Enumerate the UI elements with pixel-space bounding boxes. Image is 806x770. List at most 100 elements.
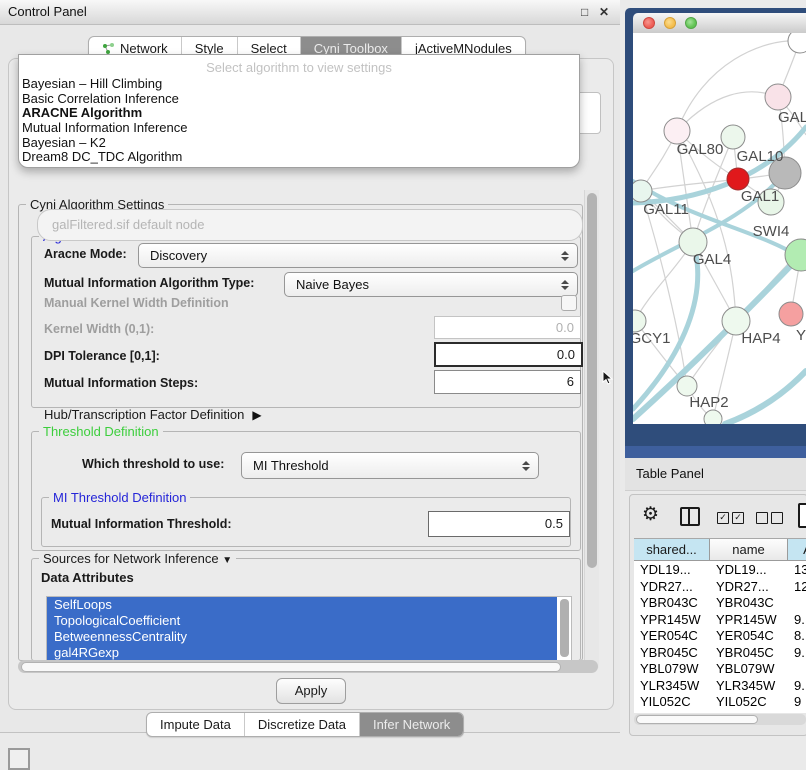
column-header-a[interactable]: A bbox=[788, 539, 806, 561]
column-header-shared[interactable]: shared... bbox=[634, 539, 710, 561]
control-panel-window: Control Panel □ ✕ NetworkStyleSelectCyni… bbox=[0, 0, 620, 733]
table-selector-combo[interactable]: galFiltered.sif default node bbox=[37, 209, 583, 241]
new-column-icon[interactable] bbox=[798, 503, 806, 528]
network-node[interactable] bbox=[788, 33, 806, 53]
table-row[interactable]: YBR043CYBR043C bbox=[634, 595, 806, 612]
stepper-icon bbox=[560, 251, 569, 261]
settings-vertical-scrollbar[interactable] bbox=[584, 190, 599, 668]
network-view-window: GALGAL80GAL10GAL1SWI4GAL11GAL4GCY1HAP4YH… bbox=[633, 13, 806, 424]
stepper-icon bbox=[521, 461, 530, 471]
which-threshold-value: MI Threshold bbox=[242, 458, 521, 473]
close-icon[interactable]: ✕ bbox=[599, 5, 609, 19]
node-label-gal10: GAL10 bbox=[737, 148, 784, 165]
node-table[interactable]: shared...nameA YDL19...YDL19...13YDR27..… bbox=[634, 538, 806, 713]
tab-impute-data[interactable]: Impute Data bbox=[147, 713, 244, 736]
attribute-betweennesscentrality[interactable]: BetweennessCentrality bbox=[47, 629, 557, 645]
attribute-topologicalcoefficient[interactable]: TopologicalCoefficient bbox=[47, 613, 557, 629]
manual-kernel-width-checkbox[interactable] bbox=[561, 295, 577, 311]
table-cell: YBR045C bbox=[716, 645, 806, 662]
network-node[interactable] bbox=[704, 410, 722, 424]
network-node-gal10[interactable] bbox=[721, 125, 745, 149]
mi-algorithm-type-label: Mutual Information Algorithm Type: bbox=[44, 276, 254, 290]
control-panel-title: Control Panel bbox=[8, 4, 87, 19]
split-columns-icon[interactable] bbox=[680, 507, 700, 526]
table-row[interactable]: YBR045CYBR045C9. bbox=[634, 645, 806, 662]
algorithm-option-dream8-dc-tdc-algorithm[interactable]: Dream8 DC_TDC Algorithm bbox=[19, 150, 579, 165]
mac-minimize-button[interactable] bbox=[664, 17, 676, 29]
network-node-gal1[interactable] bbox=[727, 168, 749, 190]
table-row[interactable]: YPR145WYPR145W9. bbox=[634, 612, 806, 629]
settings-horizontal-scrollbar[interactable] bbox=[18, 660, 598, 673]
stepper-icon bbox=[560, 280, 569, 290]
attribute-gal4rgexp[interactable]: gal4RGexp bbox=[47, 645, 557, 661]
network-node-gal11[interactable] bbox=[633, 180, 652, 202]
network-node-y[interactable] bbox=[779, 302, 803, 326]
mi-steps-input[interactable]: 6 bbox=[434, 370, 581, 394]
tab-discretize-data[interactable]: Discretize Data bbox=[244, 713, 359, 736]
mac-zoom-button[interactable] bbox=[685, 17, 697, 29]
sources-group-title[interactable]: Sources for Network Inference ▼ bbox=[39, 551, 236, 566]
which-threshold-combo[interactable]: MI Threshold bbox=[241, 452, 539, 479]
tab-infer-network[interactable]: Infer Network bbox=[359, 713, 463, 736]
node-label-y: Y bbox=[796, 327, 806, 344]
algorithm-option-mutual-information-inference[interactable]: Mutual Information Inference bbox=[19, 121, 579, 136]
algorithm-dropdown[interactable]: Select algorithm to view settings Bayesi… bbox=[18, 54, 580, 168]
mi-threshold-input[interactable]: 0.5 bbox=[428, 511, 570, 537]
manual-kernel-width-label: Manual Kernel Width Definition bbox=[44, 296, 229, 310]
network-node-gcy1[interactable] bbox=[633, 310, 646, 332]
scrollbar-thumb[interactable] bbox=[587, 193, 597, 568]
network-node-gal[interactable] bbox=[765, 84, 791, 110]
network-canvas[interactable]: GALGAL80GAL10GAL1SWI4GAL11GAL4GCY1HAP4YH… bbox=[633, 33, 806, 424]
control-panel-titlebar[interactable]: Control Panel □ ✕ bbox=[0, 0, 620, 25]
column-header-name[interactable]: name bbox=[710, 539, 788, 561]
kernel-width-label: Kernel Width (0,1): bbox=[44, 322, 154, 336]
table-cell: 9. bbox=[794, 612, 806, 629]
mi-algorithm-type-combo[interactable]: Naive Bayes bbox=[284, 272, 578, 297]
node-label-gal80: GAL80 bbox=[677, 141, 724, 158]
table-cell: 13 bbox=[794, 562, 806, 579]
table-horizontal-scrollbar[interactable] bbox=[634, 714, 806, 725]
data-attributes-label: Data Attributes bbox=[41, 570, 134, 585]
algorithm-option-aracne-algorithm[interactable]: ARACNE Algorithm bbox=[19, 106, 579, 121]
sources-title-text: Sources for Network Inference bbox=[43, 551, 219, 566]
node-label-gcy1: GCY1 bbox=[633, 330, 670, 347]
aracne-mode-combo[interactable]: Discovery bbox=[138, 243, 578, 268]
table-cell: 9. bbox=[794, 678, 806, 695]
apply-button[interactable]: Apply bbox=[276, 678, 346, 704]
deselect-all-icon[interactable] bbox=[756, 512, 783, 524]
hub-definition-toggle[interactable]: Hub/Transcription Factor Definition▶ bbox=[44, 407, 262, 422]
network-node-hap2[interactable] bbox=[677, 376, 697, 396]
table-cell: YDR27... bbox=[716, 579, 806, 596]
scrollbar-thumb[interactable] bbox=[636, 715, 758, 724]
scrollbar-thumb[interactable] bbox=[21, 662, 561, 672]
hub-definition-label: Hub/Transcription Factor Definition bbox=[44, 407, 244, 422]
table-row[interactable]: YDR27...YDR27...12 bbox=[634, 579, 806, 596]
table-row[interactable]: YIL052CYIL052C9 bbox=[634, 694, 806, 711]
algorithm-option-basic-correlation-inference[interactable]: Basic Correlation Inference bbox=[19, 92, 579, 107]
docked-panel-icon[interactable] bbox=[8, 748, 30, 770]
network-icon bbox=[102, 43, 115, 55]
attribute-selfloops[interactable]: SelfLoops bbox=[47, 597, 557, 613]
network-window-titlebar[interactable] bbox=[633, 13, 806, 34]
table-selector-value: galFiltered.sif default node bbox=[52, 217, 204, 232]
table-cell bbox=[794, 595, 806, 612]
table-cell: YPR145W bbox=[716, 612, 806, 629]
table-row[interactable]: YLR345WYLR345W9. bbox=[634, 678, 806, 695]
table-row[interactable]: YER054CYER054C8. bbox=[634, 628, 806, 645]
table-row[interactable]: YBL079WYBL079W bbox=[634, 661, 806, 678]
table-cell: YBR043C bbox=[716, 595, 806, 612]
dpi-tolerance-input[interactable]: 0.0 bbox=[434, 342, 583, 367]
mac-close-button[interactable] bbox=[643, 17, 655, 29]
table-cell: YIL052C bbox=[716, 694, 806, 711]
data-attributes-list[interactable]: SelfLoopsTopologicalCoefficientBetweenne… bbox=[46, 596, 572, 662]
select-all-icon[interactable]: ✓✓ bbox=[717, 512, 744, 524]
algorithm-option-bayesian-k2[interactable]: Bayesian – K2 bbox=[19, 136, 579, 151]
gear-icon[interactable]: ⚙ bbox=[642, 503, 659, 526]
table-row[interactable]: YDL19...YDL19...13 bbox=[634, 562, 806, 579]
algorithm-option-bayesian-hill-climbing[interactable]: Bayesian – Hill Climbing bbox=[19, 77, 579, 92]
kernel-width-input[interactable]: 0.0 bbox=[434, 316, 581, 339]
float-window-icon[interactable]: □ bbox=[581, 5, 588, 19]
table-cell: YER054C bbox=[716, 628, 806, 645]
data-attributes-items: SelfLoopsTopologicalCoefficientBetweenne… bbox=[47, 597, 571, 661]
list-scrollbar[interactable] bbox=[560, 599, 569, 657]
